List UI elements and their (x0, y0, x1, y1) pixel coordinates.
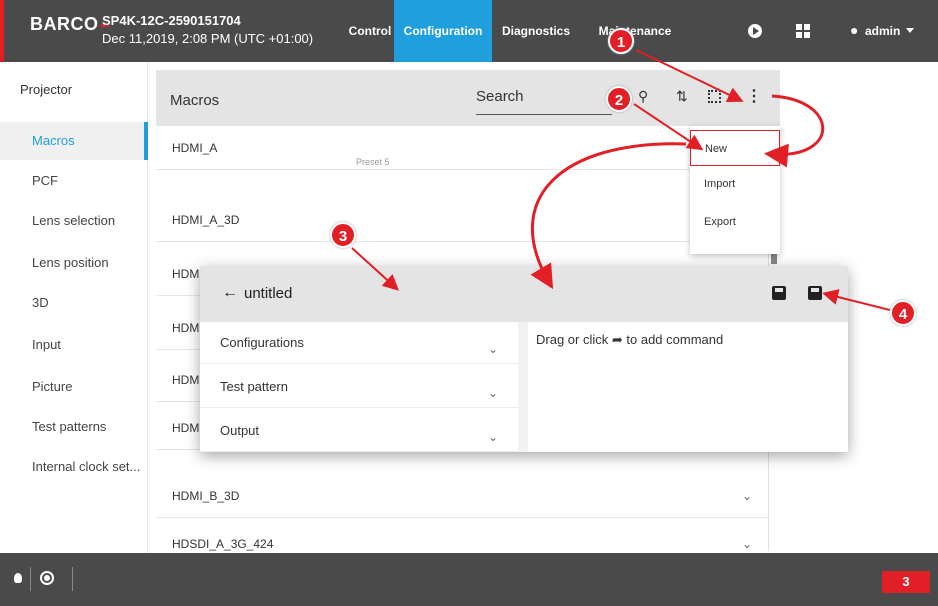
forward-arrow-icon: ➦ (611, 332, 627, 347)
macro-name: HDMI_A (172, 141, 218, 155)
section-output[interactable]: Output ⌄ (200, 410, 518, 452)
alert-badge[interactable]: 3 (882, 571, 930, 593)
chevron-down-icon[interactable]: ⌄ (488, 372, 498, 414)
status-bar: 3 (0, 553, 938, 606)
options-menu: New Import Export (690, 126, 780, 254)
divider (30, 567, 31, 591)
menu-item-new[interactable]: New (690, 130, 780, 166)
top-bar: BARCO SP4K-12C-2590151704 Dec 11,2019, 2… (0, 0, 938, 62)
list-item[interactable]: HDMI_A_3D (156, 198, 768, 242)
command-drop-hint: Drag or click ➦ to add command (536, 332, 723, 348)
shutter-icon[interactable] (40, 571, 54, 585)
sidebar-item-test-patterns[interactable]: Test patterns (0, 408, 148, 446)
macro-name: HDMI_A_3D (172, 213, 240, 227)
section-label: Test pattern (220, 379, 288, 394)
chevron-down-icon[interactable] (906, 28, 914, 33)
macro-name: HDM (172, 421, 200, 435)
macro-name: HDM (172, 321, 200, 335)
user-name[interactable]: admin (865, 24, 900, 38)
hint-text: to add command (626, 332, 724, 347)
nav-maintenance[interactable]: Maintenance (580, 0, 690, 62)
sidebar-item-pcf[interactable]: PCF (0, 162, 148, 200)
brand-stripe (0, 0, 4, 62)
dashboard-icon[interactable] (796, 24, 810, 38)
page-title: Macros (170, 92, 220, 109)
chevron-down-icon[interactable]: ⌄ (742, 474, 752, 518)
sidebar-item-internal-clock[interactable]: Internal clock set... (0, 448, 148, 486)
lamp-icon[interactable] (14, 573, 22, 583)
back-arrow-icon[interactable]: ← (222, 284, 238, 302)
play-icon[interactable] (748, 24, 762, 38)
barco-logo: BARCO (30, 14, 109, 35)
sidebar: Projector Macros PCF Lens selection Lens… (0, 62, 148, 553)
divider (72, 567, 73, 591)
dialog-header: ← untitled (200, 266, 848, 322)
section-label: Output (220, 423, 260, 438)
save-icon[interactable] (772, 286, 786, 300)
select-icon[interactable] (708, 90, 721, 103)
sidebar-item-lens-selection[interactable]: Lens selection (0, 202, 148, 240)
menu-item-import[interactable]: Import (690, 166, 780, 202)
divider (518, 322, 528, 452)
search-icon[interactable]: ⚲ (638, 88, 648, 105)
device-name: SP4K-12C-2590151704 (102, 13, 241, 28)
macro-name: HDM (172, 267, 200, 281)
section-test-pattern[interactable]: Test pattern ⌄ (200, 366, 518, 408)
search-underline (476, 114, 612, 115)
macro-subtitle: Preset 5 (356, 157, 390, 167)
sidebar-item-picture[interactable]: Picture (0, 368, 148, 406)
section-label: Configurations (220, 335, 304, 350)
list-item[interactable]: HDMI_B_3D ⌄ (156, 474, 768, 518)
macros-header: Macros Search ⚲ ⇅ ⋮ (156, 70, 780, 126)
macro-name: HDSDI_A_3G_424 (172, 537, 274, 551)
sidebar-item-input[interactable]: Input (0, 326, 148, 364)
save-as-icon[interactable] (808, 286, 822, 300)
dialog-title: untitled (244, 285, 293, 302)
macro-name: HDM (172, 373, 200, 387)
search-input[interactable]: Search (476, 88, 524, 105)
chevron-down-icon[interactable]: ⌄ (488, 328, 498, 370)
more-options-icon[interactable]: ⋮ (746, 86, 762, 106)
section-configurations[interactable]: Configurations ⌄ (200, 322, 518, 364)
hint-text: Drag or click (536, 332, 609, 347)
device-time: Dec 11,2019, 2:08 PM (UTC +01:00) (102, 31, 314, 46)
user-icon[interactable]: ● (850, 22, 858, 38)
nav-diagnostics[interactable]: Diagnostics (492, 0, 580, 62)
callout-1: 1 (608, 28, 634, 54)
callout-3: 3 (330, 222, 356, 248)
sidebar-title: Projector (20, 82, 73, 97)
macro-editor-dialog: ← untitled Configurations ⌄ Test pattern… (200, 266, 848, 452)
nav-configuration[interactable]: Configuration (394, 0, 492, 62)
sidebar-item-macros[interactable]: Macros (0, 122, 148, 160)
callout-2: 2 (606, 86, 632, 112)
callout-4: 4 (890, 300, 916, 326)
menu-item-export[interactable]: Export (690, 204, 780, 240)
sidebar-item-lens-position[interactable]: Lens position (0, 244, 148, 282)
sort-icon[interactable]: ⇅ (676, 88, 688, 105)
list-item[interactable]: HDMI_A Preset 5 (156, 126, 768, 170)
sidebar-item-3d[interactable]: 3D (0, 284, 148, 322)
chevron-down-icon[interactable]: ⌄ (488, 416, 498, 458)
macro-name: HDMI_B_3D (172, 489, 240, 503)
